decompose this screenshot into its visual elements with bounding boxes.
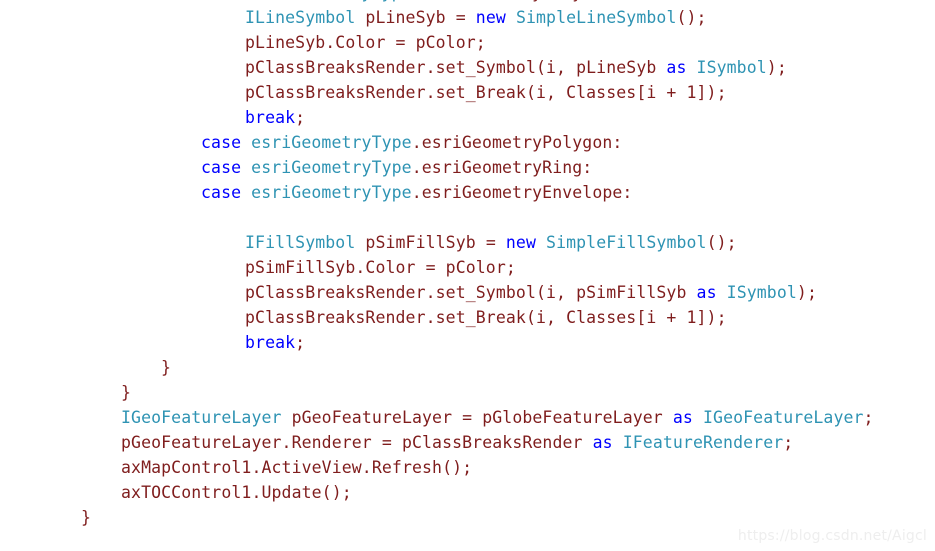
code-token-keyword: new: [475, 8, 506, 27]
code-line: pClassBreaksRender.set_Symbol(i, pSimFil…: [0, 280, 935, 305]
code-line: }: [0, 380, 935, 405]
code-line: axMapControl1.ActiveView.Refresh();: [0, 455, 935, 480]
code-line: axTOCControl1.Update();: [0, 480, 935, 505]
code-token-keyword: as: [696, 283, 717, 302]
code-token-plain: ;: [295, 108, 306, 127]
code-line: }: [0, 355, 935, 380]
code-line: IFillSymbol pSimFillSyb = new SimpleFill…: [0, 230, 935, 255]
code-token-plain: .esriGeometryPolyline:: [412, 0, 633, 2]
code-token-plain: .esriGeometryPolygon:: [411, 133, 623, 152]
code-token-plain: axMapControl1.ActiveView.Refresh();: [121, 458, 473, 477]
code-line: pClassBreaksRender.set_Break(i, Classes[…: [0, 305, 935, 330]
code-line: ILineSymbol pLineSyb = new SimpleLineSym…: [0, 5, 935, 30]
code-token-plain: axTOCControl1.Update();: [121, 483, 352, 502]
code-token-plain: pClassBreaksRender.set_Symbol(i, pSimFil…: [245, 283, 697, 302]
code-token-type: IGeoFeatureLayer: [703, 408, 864, 427]
code-line: case esriGeometryType.esriGeometryRing:: [0, 155, 935, 180]
code-token-keyword: as: [672, 408, 693, 427]
code-token-plain: .esriGeometryRing:: [411, 158, 593, 177]
code-token-type: esriGeometryType: [251, 0, 412, 2]
code-token-punct: }: [121, 383, 132, 402]
code-token-keyword: case: [201, 183, 252, 202]
code-token-plain: pGeoFeatureLayer = pGlobeFeatureLayer: [281, 408, 673, 427]
code-token-type: esriGeometryType: [251, 183, 412, 202]
code-token-keyword: case: [201, 158, 252, 177]
code-token-type: ILineSymbol: [245, 8, 356, 27]
code-line: pSimFillSyb.Color = pColor;: [0, 255, 935, 280]
code-token-keyword: as: [592, 433, 613, 452]
code-screenshot-surface: case esriGeometryType.esriGeometryPolyli…: [0, 0, 935, 551]
code-token-plain: ;: [295, 333, 306, 352]
code-token-punct: }: [161, 358, 172, 377]
code-token-keyword: case: [201, 133, 252, 152]
code-line: pLineSyb.Color = pColor;: [0, 30, 935, 55]
code-token-plain: ();: [706, 233, 737, 252]
code-block[interactable]: case esriGeometryType.esriGeometryPolyli…: [0, 0, 935, 530]
code-line: case esriGeometryType.esriGeometryPolygo…: [0, 130, 935, 155]
code-token-type: ISymbol: [696, 58, 767, 77]
code-token-plain: ();: [676, 8, 707, 27]
code-token-keyword: break: [245, 108, 296, 127]
code-token-type: IFeatureRenderer: [622, 433, 784, 452]
code-token-plain: pClassBreaksRender.set_Break(i, Classes[…: [245, 83, 727, 102]
code-token-type: SimpleLineSymbol: [515, 8, 677, 27]
code-token-plain: pSimFillSyb =: [355, 233, 506, 252]
code-token-punct: }: [81, 508, 92, 527]
code-line: pClassBreaksRender.set_Symbol(i, pLineSy…: [0, 55, 935, 80]
code-token-plain: pClassBreaksRender.set_Break(i, Classes[…: [245, 308, 727, 327]
code-token-plain: ;: [863, 408, 874, 427]
code-line: pClassBreaksRender.set_Break(i, Classes[…: [0, 80, 935, 105]
code-token-plain: );: [766, 58, 787, 77]
code-token-keyword: as: [666, 58, 687, 77]
code-token-plain: pLineSyb.Color = pColor;: [245, 33, 486, 52]
code-token-type: IFillSymbol: [245, 233, 356, 252]
watermark-text: https://blog.csdn.net/Aigcl: [737, 528, 927, 544]
code-line: break;: [0, 330, 935, 355]
code-token-plain: pLineSyb =: [355, 8, 476, 27]
code-line: pGeoFeatureLayer.Renderer = pClassBreaks…: [0, 430, 935, 455]
code-token-keyword: new: [505, 233, 536, 252]
code-token-type: ISymbol: [726, 283, 797, 302]
code-token-plain: .esriGeometryEnvelope:: [411, 183, 633, 202]
code-token-plain: pSimFillSyb.Color = pColor;: [245, 258, 516, 277]
code-token-type: esriGeometryType: [251, 158, 412, 177]
code-token-plain: pGeoFeatureLayer.Renderer = pClassBreaks…: [121, 433, 593, 452]
code-line: break;: [0, 105, 935, 130]
code-token-type: SimpleFillSymbol: [546, 233, 707, 252]
code-token-type: esriGeometryType: [251, 133, 412, 152]
code-token-plain: );: [796, 283, 817, 302]
code-line: }: [0, 505, 935, 530]
code-token-type: IGeoFeatureLayer: [121, 408, 282, 427]
code-line: case esriGeometryType.esriGeometryEnvelo…: [0, 180, 935, 205]
code-token-plain: ;: [783, 433, 794, 452]
code-token-keyword: break: [245, 333, 296, 352]
code-token-keyword: case: [201, 0, 251, 2]
code-line: IGeoFeatureLayer pGeoFeatureLayer = pGlo…: [0, 405, 935, 430]
code-token-plain: pClassBreaksRender.set_Symbol(i, pLineSy…: [245, 58, 667, 77]
